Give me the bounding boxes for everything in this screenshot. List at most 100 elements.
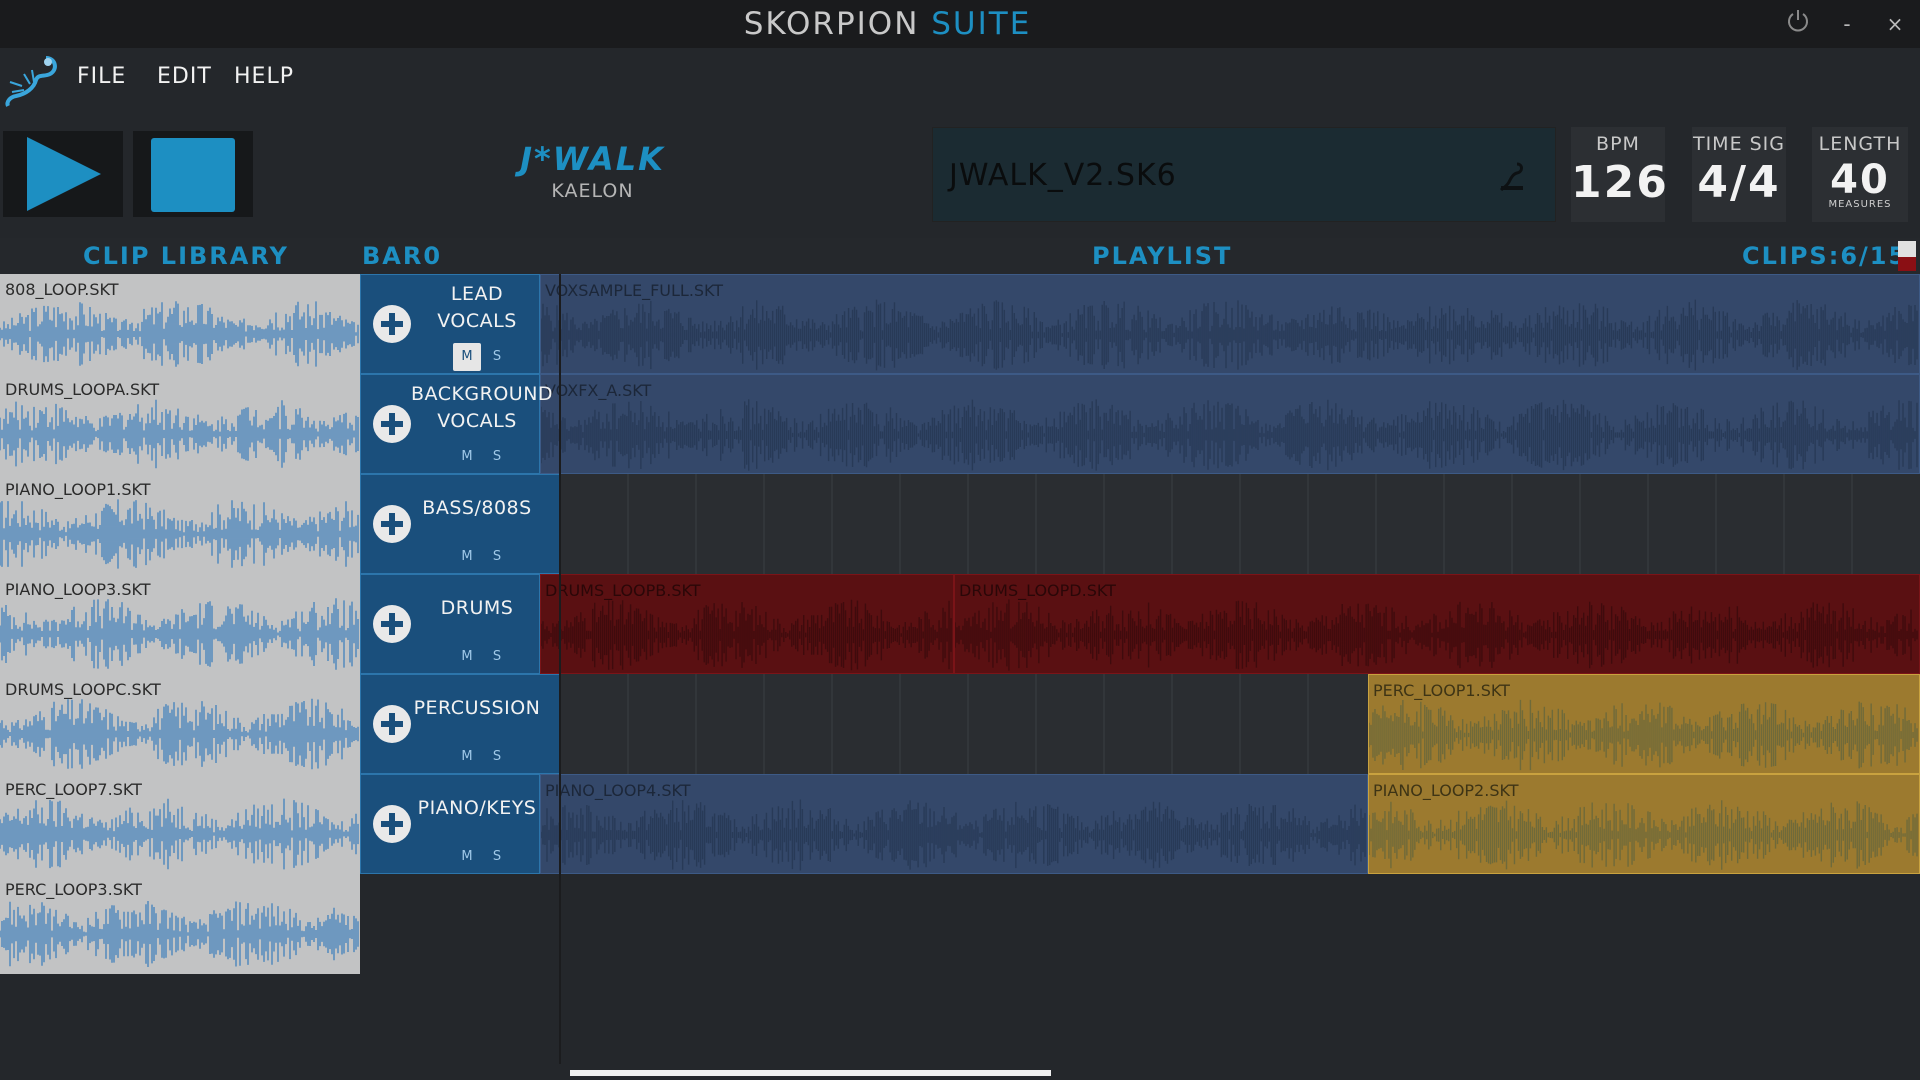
- solo-button[interactable]: S: [483, 343, 511, 371]
- track-name: LEAD VOCALS: [437, 283, 517, 332]
- timesig-display[interactable]: TIME SIG 4/4: [1692, 127, 1786, 222]
- track-name: DRUMS: [440, 597, 514, 619]
- library-item[interactable]: DRUMS_LOOPA.SKT: [0, 374, 360, 474]
- playlist-clip[interactable]: DRUMS_LOOPB.SKT: [540, 574, 954, 674]
- timesig-value: 4/4: [1697, 157, 1781, 208]
- track-name: PIANO/KEYS: [417, 797, 537, 819]
- length-display[interactable]: LENGTH 40 MEASURES: [1812, 127, 1908, 222]
- add-clip-icon[interactable]: [373, 305, 411, 343]
- app-title-part2: SUITE: [931, 6, 1032, 42]
- add-clip-icon[interactable]: [373, 705, 411, 743]
- play-icon: [27, 137, 101, 211]
- track-header-background-vocals[interactable]: BACKGROUND VOCALS M S: [360, 374, 553, 474]
- scroll-indicator[interactable]: [1898, 241, 1916, 271]
- mute-button[interactable]: M: [453, 343, 481, 371]
- library-item[interactable]: PIANO_LOOP1.SKT: [0, 474, 360, 574]
- bar-label: BAR: [362, 242, 424, 270]
- solo-button[interactable]: S: [483, 743, 511, 771]
- waveform: [0, 399, 359, 469]
- length-label: LENGTH: [1818, 133, 1902, 155]
- solo-button[interactable]: S: [483, 543, 511, 571]
- playlist-clip[interactable]: PIANO_LOOP4.SKT: [540, 774, 1368, 874]
- add-clip-icon[interactable]: [373, 605, 411, 643]
- title-bar: SKORPION SUITE - ×: [0, 0, 1920, 48]
- project-info: J*WALK KAELON: [440, 140, 745, 202]
- add-clip-icon[interactable]: [373, 505, 411, 543]
- library-item[interactable]: 808_LOOP.SKT: [0, 274, 360, 374]
- length-value: 40: [1830, 157, 1890, 203]
- clips-counter: CLIPS:6/15: [1742, 242, 1907, 270]
- waveform: [0, 798, 359, 870]
- bar-indicator: BAR0: [362, 242, 442, 270]
- playlist-clip[interactable]: DRUMS_LOOPD.SKT: [954, 574, 1920, 674]
- bpm-display[interactable]: BPM 126: [1571, 127, 1669, 222]
- waveform: [0, 698, 359, 770]
- clip-name: DRUMS_LOOPD.SKT: [959, 581, 1116, 600]
- playlist-clip[interactable]: PIANO_LOOP2.SKT: [1368, 774, 1920, 874]
- waveform: [0, 901, 359, 967]
- stop-button[interactable]: [133, 131, 253, 217]
- library-item[interactable]: PIANO_LOOP3.SKT: [0, 574, 360, 674]
- waveform: [1369, 800, 1918, 870]
- length-unit: MEASURES: [1828, 199, 1892, 210]
- project-file-box[interactable]: JWALK_V2.SK6: [932, 127, 1556, 222]
- solo-button[interactable]: S: [483, 443, 511, 471]
- track-header-lead-vocals[interactable]: LEAD VOCALS M S: [360, 274, 540, 374]
- add-clip-icon[interactable]: [373, 405, 411, 443]
- clip-name: PIANO_LOOP4.SKT: [545, 781, 691, 800]
- project-title: J*WALK: [520, 140, 665, 178]
- power-icon[interactable]: [1780, 8, 1816, 40]
- solo-button[interactable]: S: [483, 843, 511, 871]
- clip-name: DRUMS_LOOPB.SKT: [545, 581, 701, 600]
- mute-button[interactable]: M: [453, 843, 481, 871]
- menu-help[interactable]: HELP: [234, 64, 294, 89]
- track-header-bass[interactable]: BASS/808S M S: [360, 474, 560, 574]
- waveform: [955, 599, 1918, 671]
- clip-library-header: CLIP LIBRARY: [83, 242, 289, 270]
- clip-library: 808_LOOP.SKT DRUMS_LOOPA.SKT PIANO_LOOP1…: [0, 274, 360, 974]
- project-file-name: JWALK_V2.SK6: [949, 158, 1177, 193]
- minimize-button[interactable]: -: [1829, 8, 1865, 40]
- app-title-part1: SKORPION: [743, 6, 920, 42]
- menu-edit[interactable]: EDIT: [157, 64, 212, 89]
- playlist-clip[interactable]: VOXSAMPLE_FULL.SKT: [540, 274, 1920, 374]
- mute-button[interactable]: M: [453, 543, 481, 571]
- play-button[interactable]: [3, 131, 123, 217]
- playlist-header: PLAYLIST: [1092, 242, 1233, 270]
- waveform: [541, 599, 952, 671]
- track-header-drums[interactable]: DRUMS M S: [360, 574, 540, 674]
- library-item[interactable]: PERC_LOOP7.SKT: [0, 774, 360, 874]
- playlist-clip[interactable]: VOXFX_A.SKT: [540, 374, 1920, 474]
- waveform: [0, 499, 359, 569]
- horizontal-scrollbar[interactable]: [570, 1070, 1051, 1076]
- waveform: [541, 399, 1918, 471]
- waveform: [1369, 699, 1918, 771]
- add-clip-icon[interactable]: [373, 805, 411, 843]
- mute-button[interactable]: M: [453, 643, 481, 671]
- library-item[interactable]: DRUMS_LOOPC.SKT: [0, 674, 360, 774]
- track-name: PERCUSSION: [413, 697, 541, 719]
- track-name: BASS/808S: [422, 497, 532, 519]
- waveform: [541, 799, 1366, 871]
- playlist-clip[interactable]: PERC_LOOP1.SKT: [1368, 674, 1920, 774]
- menu-file[interactable]: FILE: [77, 64, 126, 89]
- waveform: [0, 598, 359, 670]
- waveform: [541, 299, 1918, 371]
- bpm-value: 126: [1571, 157, 1669, 208]
- library-item[interactable]: PERC_LOOP3.SKT: [0, 874, 360, 974]
- playhead[interactable]: [559, 274, 561, 1064]
- app-title: SKORPION SUITE: [0, 0, 1775, 48]
- mute-button[interactable]: M: [453, 443, 481, 471]
- bpm-label: BPM: [1596, 133, 1640, 155]
- mute-button[interactable]: M: [453, 743, 481, 771]
- timesig-label: TIME SIG: [1692, 133, 1786, 155]
- stop-icon: [151, 138, 235, 212]
- track-header-piano-keys[interactable]: PIANO/KEYS M S: [360, 774, 540, 874]
- project-artist: KAELON: [551, 180, 634, 202]
- clip-name: PERC_LOOP1.SKT: [1373, 681, 1510, 700]
- scorpion-logo-icon: [2, 52, 62, 108]
- solo-button[interactable]: S: [483, 643, 511, 671]
- track-header-percussion[interactable]: PERCUSSION M S: [360, 674, 560, 774]
- clips-label: CLIPS:: [1742, 242, 1841, 270]
- close-button[interactable]: ×: [1877, 8, 1913, 40]
